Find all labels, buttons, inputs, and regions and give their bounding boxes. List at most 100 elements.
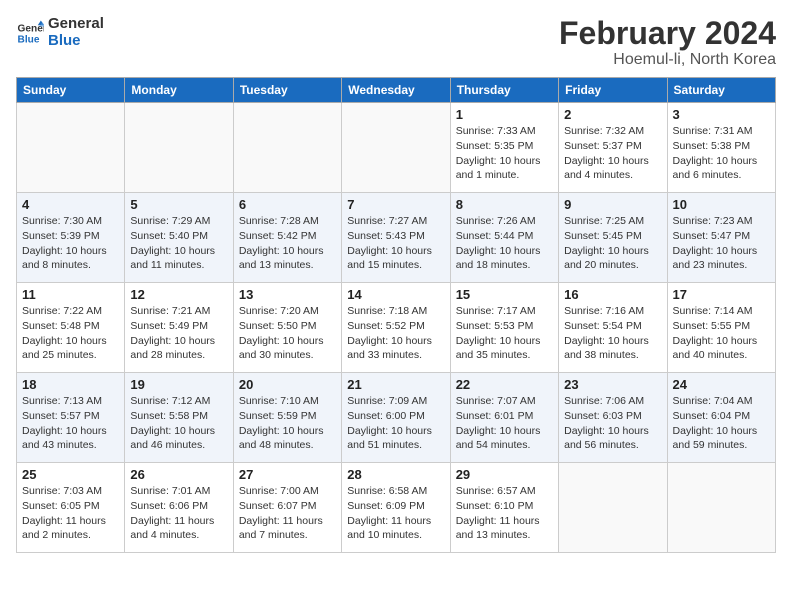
calendar-cell: 11 Sunrise: 7:22 AMSunset: 5:48 PMDayligh… <box>17 283 125 373</box>
day-info: Sunrise: 7:17 AMSunset: 5:53 PMDaylight:… <box>456 304 553 363</box>
calendar-cell: 28Sunrise: 6:58 AMSunset: 6:09 PMDayligh… <box>342 463 450 553</box>
calendar-cell: 13 Sunrise: 7:20 AMSunset: 5:50 PMDayligh… <box>233 283 341 373</box>
logo: General Blue General Blue <box>16 16 104 49</box>
day-number: 13 <box>239 287 336 302</box>
day-info: Sunrise: 7:26 AMSunset: 5:44 PMDaylight:… <box>456 214 553 273</box>
calendar-cell: 19 Sunrise: 7:12 AMSunset: 5:58 PMDayligh… <box>125 373 233 463</box>
calendar-cell: 12 Sunrise: 7:21 AMSunset: 5:49 PMDayligh… <box>125 283 233 373</box>
day-info: Sunrise: 7:27 AMSunset: 5:43 PMDaylight:… <box>347 214 444 273</box>
calendar-cell: 10 Sunrise: 7:23 AMSunset: 5:47 PMDayligh… <box>667 193 775 283</box>
day-info: Sunrise: 7:04 AMSunset: 6:04 PMDaylight:… <box>673 394 770 453</box>
day-number: 24 <box>673 377 770 392</box>
day-number: 15 <box>456 287 553 302</box>
day-info: Sunrise: 7:20 AMSunset: 5:50 PMDaylight:… <box>239 304 336 363</box>
day-info: Sunrise: 7:12 AMSunset: 5:58 PMDaylight:… <box>130 394 227 453</box>
day-info: Sunrise: 7:33 AMSunset: 5:35 PMDaylight:… <box>456 124 553 183</box>
calendar-cell: 23Sunrise: 7:06 AMSunset: 6:03 PMDayligh… <box>559 373 667 463</box>
calendar-cell: 25 Sunrise: 7:03 AMSunset: 6:05 PMDayligh… <box>17 463 125 553</box>
day-number: 26 <box>130 467 227 482</box>
title-block: February 2024 Hoemul-li, North Korea <box>559 16 776 69</box>
logo-line1: General <box>48 16 104 33</box>
day-info: Sunrise: 6:58 AMSunset: 6:09 PMDaylight:… <box>347 484 444 543</box>
calendar-cell: 20 Sunrise: 7:10 AMSunset: 5:59 PMDayligh… <box>233 373 341 463</box>
page-subtitle: Hoemul-li, North Korea <box>559 51 776 69</box>
day-info: Sunrise: 7:00 AMSunset: 6:07 PMDaylight:… <box>239 484 336 543</box>
day-info: Sunrise: 7:01 AMSunset: 6:06 PMDaylight:… <box>130 484 227 543</box>
day-number: 9 <box>564 197 661 212</box>
day-number: 6 <box>239 197 336 212</box>
calendar-cell: 27 Sunrise: 7:00 AMSunset: 6:07 PMDayligh… <box>233 463 341 553</box>
day-number: 14 <box>347 287 444 302</box>
calendar-cell <box>559 463 667 553</box>
calendar-cell: 9 Sunrise: 7:25 AMSunset: 5:45 PMDaylight… <box>559 193 667 283</box>
day-info: Sunrise: 7:25 AMSunset: 5:45 PMDaylight:… <box>564 214 661 273</box>
calendar-cell: 22 Sunrise: 7:07 AMSunset: 6:01 PMDayligh… <box>450 373 558 463</box>
day-number: 16 <box>564 287 661 302</box>
svg-text:Blue: Blue <box>18 34 40 45</box>
calendar-cell <box>17 103 125 193</box>
calendar-cell: 15 Sunrise: 7:17 AMSunset: 5:53 PMDayligh… <box>450 283 558 373</box>
calendar-cell: 29 Sunrise: 6:57 AMSunset: 6:10 PMDayligh… <box>450 463 558 553</box>
column-header-sunday: Sunday <box>17 78 125 103</box>
day-info: Sunrise: 7:28 AMSunset: 5:42 PMDaylight:… <box>239 214 336 273</box>
calendar-cell <box>667 463 775 553</box>
day-number: 19 <box>130 377 227 392</box>
day-info: Sunrise: 7:09 AMSunset: 6:00 PMDaylight:… <box>347 394 444 453</box>
day-number: 22 <box>456 377 553 392</box>
calendar-cell: 14 Sunrise: 7:18 AMSunset: 5:52 PMDayligh… <box>342 283 450 373</box>
day-number: 21 <box>347 377 444 392</box>
calendar-cell: 3 Sunrise: 7:31 AMSunset: 5:38 PMDaylight… <box>667 103 775 193</box>
logo-icon: General Blue <box>16 19 44 47</box>
column-header-monday: Monday <box>125 78 233 103</box>
day-info: Sunrise: 7:14 AMSunset: 5:55 PMDaylight:… <box>673 304 770 363</box>
page-header: General Blue General Blue February 2024 … <box>16 16 776 69</box>
day-number: 20 <box>239 377 336 392</box>
day-number: 29 <box>456 467 553 482</box>
day-number: 25 <box>22 467 119 482</box>
day-info: Sunrise: 7:10 AMSunset: 5:59 PMDaylight:… <box>239 394 336 453</box>
calendar-cell: 4Sunrise: 7:30 AMSunset: 5:39 PMDaylight… <box>17 193 125 283</box>
day-number: 12 <box>130 287 227 302</box>
day-info: Sunrise: 7:23 AMSunset: 5:47 PMDaylight:… <box>673 214 770 273</box>
column-header-saturday: Saturday <box>667 78 775 103</box>
day-number: 10 <box>673 197 770 212</box>
day-number: 5 <box>130 197 227 212</box>
day-number: 7 <box>347 197 444 212</box>
column-header-thursday: Thursday <box>450 78 558 103</box>
calendar-cell: 2 Sunrise: 7:32 AMSunset: 5:37 PMDaylight… <box>559 103 667 193</box>
calendar-cell <box>233 103 341 193</box>
column-header-friday: Friday <box>559 78 667 103</box>
day-info: Sunrise: 7:30 AMSunset: 5:39 PMDaylight:… <box>22 214 119 273</box>
calendar-cell: 21 Sunrise: 7:09 AMSunset: 6:00 PMDayligh… <box>342 373 450 463</box>
day-number: 11 <box>22 287 119 302</box>
column-header-tuesday: Tuesday <box>233 78 341 103</box>
calendar-cell: 24 Sunrise: 7:04 AMSunset: 6:04 PMDayligh… <box>667 373 775 463</box>
day-number: 2 <box>564 107 661 122</box>
day-info: Sunrise: 7:13 AMSunset: 5:57 PMDaylight:… <box>22 394 119 453</box>
calendar-cell: 26 Sunrise: 7:01 AMSunset: 6:06 PMDayligh… <box>125 463 233 553</box>
day-info: Sunrise: 7:21 AMSunset: 5:49 PMDaylight:… <box>130 304 227 363</box>
day-info: Sunrise: 7:07 AMSunset: 6:01 PMDaylight:… <box>456 394 553 453</box>
day-info: Sunrise: 7:03 AMSunset: 6:05 PMDaylight:… <box>22 484 119 543</box>
day-number: 27 <box>239 467 336 482</box>
calendar-cell: 5 Sunrise: 7:29 AMSunset: 5:40 PMDaylight… <box>125 193 233 283</box>
calendar-cell: 6 Sunrise: 7:28 AMSunset: 5:42 PMDaylight… <box>233 193 341 283</box>
calendar-table: SundayMondayTuesdayWednesdayThursdayFrid… <box>16 77 776 553</box>
day-info: Sunrise: 7:31 AMSunset: 5:38 PMDaylight:… <box>673 124 770 183</box>
day-info: Sunrise: 6:57 AMSunset: 6:10 PMDaylight:… <box>456 484 553 543</box>
day-number: 1 <box>456 107 553 122</box>
calendar-cell: 1 Sunrise: 7:33 AMSunset: 5:35 PMDaylight… <box>450 103 558 193</box>
calendar-cell: 17Sunrise: 7:14 AMSunset: 5:55 PMDayligh… <box>667 283 775 373</box>
calendar-cell <box>342 103 450 193</box>
day-info: Sunrise: 7:22 AMSunset: 5:48 PMDaylight:… <box>22 304 119 363</box>
calendar-cell: 7 Sunrise: 7:27 AMSunset: 5:43 PMDaylight… <box>342 193 450 283</box>
page-title: February 2024 <box>559 16 776 51</box>
day-number: 8 <box>456 197 553 212</box>
day-number: 3 <box>673 107 770 122</box>
column-header-wednesday: Wednesday <box>342 78 450 103</box>
day-info: Sunrise: 7:29 AMSunset: 5:40 PMDaylight:… <box>130 214 227 273</box>
day-info: Sunrise: 7:32 AMSunset: 5:37 PMDaylight:… <box>564 124 661 183</box>
calendar-cell: 16Sunrise: 7:16 AMSunset: 5:54 PMDayligh… <box>559 283 667 373</box>
calendar-cell <box>125 103 233 193</box>
day-info: Sunrise: 7:18 AMSunset: 5:52 PMDaylight:… <box>347 304 444 363</box>
